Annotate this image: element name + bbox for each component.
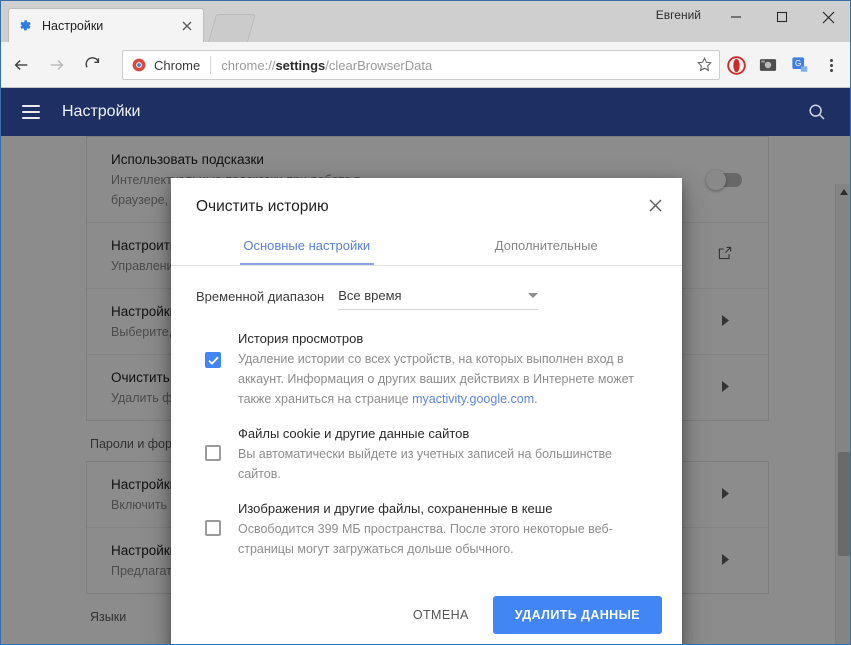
option-desc: Вы автоматически выйдете из учетных запи… <box>238 447 612 481</box>
option-text: Изображения и другие файлы, сохраненные … <box>238 499 657 559</box>
option-cookies[interactable]: Файлы cookie и другие данные сайтов Вы а… <box>196 409 657 484</box>
time-range-label: Временной диапазон <box>196 289 325 304</box>
option-title: История просмотров <box>238 331 364 346</box>
tab-strip: Настройки Евгений <box>0 0 851 42</box>
url-suffix: /clearBrowserData <box>325 57 433 73</box>
translate-extension-icon[interactable]: G <box>786 51 814 79</box>
checkbox-cookies[interactable] <box>205 445 221 461</box>
omnibox-scheme-chip: Chrome <box>154 57 201 73</box>
omnibox-separator <box>210 56 212 74</box>
settings-content: Использовать подсказки Интеллектуальные … <box>0 136 851 645</box>
option-cached-files[interactable]: Изображения и другие файлы, сохраненные … <box>196 484 657 559</box>
option-desc-after: . <box>534 392 538 406</box>
settings-gear-icon <box>17 18 33 34</box>
dialog-tabs: Основные настройки Дополнительные <box>171 230 682 266</box>
hamburger-icon[interactable] <box>22 105 40 119</box>
address-bar[interactable]: Chrome chrome://settings/clearBrowserDat… <box>122 50 720 80</box>
option-text: Файлы cookie и другие данные сайтов Вы а… <box>238 424 657 484</box>
dialog-actions: ОТМЕНА УДАЛИТЬ ДАННЫЕ <box>397 596 662 634</box>
tab-advanced[interactable]: Дополнительные <box>427 230 667 265</box>
option-browsing-history[interactable]: История просмотров Удаление истории со в… <box>196 314 657 409</box>
extensions-area: G <box>722 50 814 80</box>
option-title: Изображения и другие файлы, сохраненные … <box>238 501 553 516</box>
svg-text:G: G <box>795 59 801 68</box>
dialog-title: Очистить историю <box>196 198 329 215</box>
photo-extension-icon[interactable] <box>754 51 782 79</box>
opera-icon[interactable] <box>722 51 750 79</box>
browser-toolbar: Chrome chrome://settings/clearBrowserDat… <box>0 42 851 88</box>
back-icon[interactable] <box>6 50 36 80</box>
tab-title: Настройки <box>42 18 104 33</box>
chrome-logo-icon <box>131 57 147 73</box>
myactivity-link[interactable]: myactivity.google.com <box>412 392 534 406</box>
time-range-value: Все время <box>338 288 402 303</box>
reload-icon[interactable] <box>78 50 108 80</box>
page-content: Настройки Использовать подсказки Интелле… <box>0 88 851 645</box>
url-bold: settings <box>275 57 326 73</box>
maximize-button[interactable] <box>759 0 805 34</box>
option-title: Файлы cookie и другие данные сайтов <box>238 426 470 441</box>
tab-close-icon[interactable] <box>179 18 195 34</box>
chevron-down-icon <box>528 293 539 298</box>
settings-app-bar: Настройки <box>0 88 851 136</box>
close-icon[interactable] <box>642 192 668 218</box>
three-dots <box>829 58 833 72</box>
profile-name[interactable]: Евгений <box>656 8 701 22</box>
checkbox-browsing-history[interactable] <box>205 352 221 368</box>
minimize-button[interactable] <box>713 0 759 34</box>
time-range-select[interactable]: Все время <box>338 288 539 310</box>
search-icon[interactable] <box>807 102 827 122</box>
bookmark-star-icon[interactable] <box>696 56 714 74</box>
new-tab-shape <box>207 14 257 42</box>
page-title: Настройки <box>62 103 141 120</box>
clear-browsing-data-dialog: Очистить историю Основные настройки Допо… <box>171 178 682 645</box>
omnibox-url: chrome://settings/clearBrowserData <box>221 58 711 73</box>
time-range-row: Временной диапазон Все время <box>196 266 657 314</box>
browser-tab[interactable]: Настройки <box>8 8 204 42</box>
checkbox-cached-files[interactable] <box>205 520 221 536</box>
browser-window: Настройки Евгений Chrome chrome://settin… <box>0 0 851 645</box>
window-controls <box>713 0 851 34</box>
forward-icon <box>42 50 72 80</box>
cancel-button[interactable]: ОТМЕНА <box>397 598 485 632</box>
option-text: История просмотров Удаление истории со в… <box>238 329 657 409</box>
new-tab-button[interactable] <box>207 14 257 42</box>
option-desc: Удаление истории со всех устройств, на к… <box>238 349 657 409</box>
browser-menu-icon[interactable] <box>817 50 845 80</box>
close-button[interactable] <box>805 0 851 34</box>
url-prefix: chrome:// <box>221 57 276 73</box>
option-desc: Освободится 399 МБ пространства. После э… <box>238 522 613 556</box>
tab-basic[interactable]: Основные настройки <box>187 230 427 265</box>
clear-data-button[interactable]: УДАЛИТЬ ДАННЫЕ <box>492 596 662 634</box>
dialog-body: Временной диапазон Все время История про… <box>171 266 682 559</box>
